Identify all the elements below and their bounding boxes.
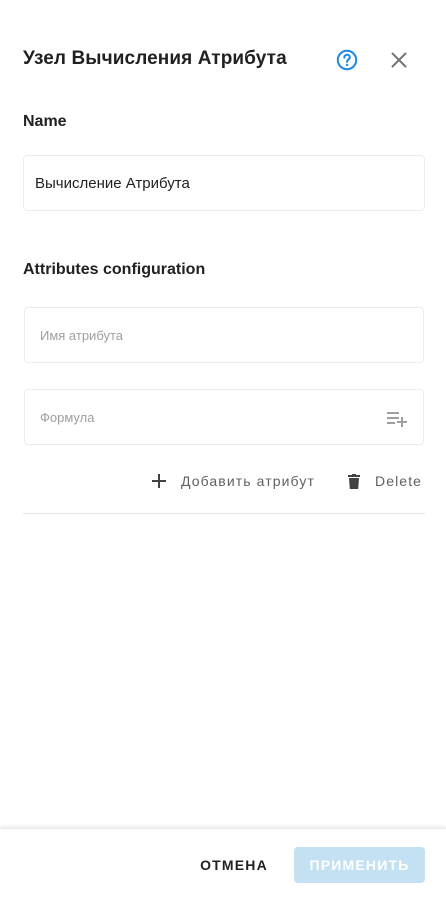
attribute-actions: Добавить атрибут Delete (23, 466, 425, 496)
delete-label: Delete (375, 473, 423, 489)
add-attribute-label: Добавить атрибут (181, 473, 315, 489)
dialog-header: Узел Вычисления Атрибута (23, 44, 423, 76)
name-label: Name (23, 113, 67, 130)
cancel-button[interactable]: ОТМЕНА (188, 847, 280, 883)
attributes-configuration-label: Attributes configuration (23, 261, 206, 278)
section-divider (23, 513, 425, 514)
name-input[interactable] (24, 156, 424, 210)
add-attribute-button[interactable]: Добавить атрибут (151, 466, 315, 496)
delete-attribute-button[interactable]: Delete (348, 466, 422, 496)
attribute-name-field[interactable] (24, 307, 424, 363)
dialog-footer: ОТМЕНА ПРИМЕНИТЬ (0, 828, 446, 916)
formula-input[interactable] (25, 390, 423, 444)
attribute-name-input[interactable] (25, 308, 423, 362)
name-field[interactable] (23, 155, 425, 211)
playlist-add-icon (387, 412, 407, 427)
trash-icon (348, 473, 360, 489)
formula-field[interactable] (24, 389, 424, 445)
help-circle-icon (336, 49, 358, 71)
plus-icon (152, 474, 166, 488)
attribute-calculation-dialog: Узел Вычисления Атрибута Name Attributes… (0, 0, 446, 916)
formula-builder-button[interactable] (386, 409, 408, 429)
help-button[interactable] (335, 48, 359, 72)
dialog-title: Узел Вычисления Атрибута (23, 48, 287, 69)
close-button[interactable] (387, 48, 411, 72)
close-icon (391, 52, 407, 68)
apply-button[interactable]: ПРИМЕНИТЬ (294, 847, 425, 883)
